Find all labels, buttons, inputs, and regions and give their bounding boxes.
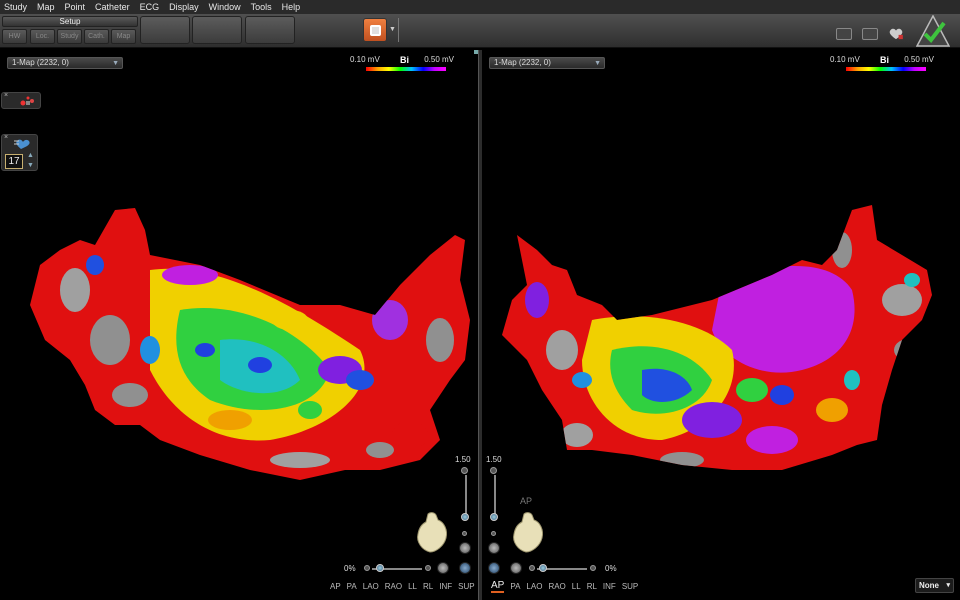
map-viewport-right[interactable]: 1-Map (2232, 0) ▼ 0.10 mV Bi 0.50 mV 1.5… bbox=[482, 50, 960, 600]
screen-icon[interactable] bbox=[862, 28, 878, 40]
view-ll-button[interactable]: LL bbox=[572, 582, 581, 593]
rotation-slider-knob[interactable] bbox=[376, 564, 384, 572]
view-inf-button[interactable]: INF bbox=[603, 582, 616, 593]
orange-map-tool-icon[interactable] bbox=[363, 18, 387, 42]
rotation-slider-knob[interactable] bbox=[539, 564, 547, 572]
zoom-value: 1.50 bbox=[455, 455, 471, 464]
voltage-map-right[interactable] bbox=[482, 50, 960, 600]
setup-map-button[interactable]: Map bbox=[111, 29, 136, 44]
menu-catheter[interactable]: Catheter bbox=[95, 2, 130, 12]
monitor-icon[interactable] bbox=[836, 28, 852, 40]
view-pa-button[interactable]: PA bbox=[510, 582, 520, 593]
view-presets: AP PA LAO RAO LL RL INF SUP bbox=[330, 582, 475, 591]
zoom-in-button[interactable] bbox=[490, 467, 497, 474]
menu-map[interactable]: Map bbox=[37, 2, 55, 12]
sphere-view-button[interactable] bbox=[510, 562, 522, 574]
orientation-heart-icon[interactable] bbox=[414, 510, 450, 554]
rotation-max-button[interactable] bbox=[590, 565, 596, 571]
menu-bar: Study Map Point Catheter ECG Display Win… bbox=[0, 0, 960, 14]
menu-display[interactable]: Display bbox=[169, 2, 199, 12]
setup-study-button[interactable]: Study bbox=[57, 29, 82, 44]
reset-view-button[interactable] bbox=[488, 542, 500, 554]
view-presets: AP PA LAO RAO LL RL INF SUP bbox=[491, 580, 638, 593]
view-ap-button[interactable]: AP bbox=[491, 580, 505, 593]
view-inf-button[interactable]: INF bbox=[439, 582, 452, 591]
view-lao-button[interactable]: LAO bbox=[526, 582, 542, 593]
zoom-slider-knob[interactable] bbox=[490, 513, 498, 521]
toolbar-button-1[interactable] bbox=[140, 16, 190, 44]
rotation-percent: 0% bbox=[605, 564, 617, 573]
menu-help[interactable]: Help bbox=[282, 2, 301, 12]
view-ll-button[interactable]: LL bbox=[408, 582, 417, 591]
zoom-out-button[interactable] bbox=[462, 531, 467, 536]
rotation-max-button[interactable] bbox=[425, 565, 431, 571]
menu-ecg[interactable]: ECG bbox=[140, 2, 160, 12]
orientation-label: AP bbox=[520, 496, 533, 506]
view-rl-button[interactable]: RL bbox=[587, 582, 597, 593]
toolbar-button-2[interactable] bbox=[192, 16, 242, 44]
menu-point[interactable]: Point bbox=[65, 2, 86, 12]
rotation-percent: 0% bbox=[344, 564, 356, 573]
view-rao-button[interactable]: RAO bbox=[385, 582, 402, 591]
zoom-in-button[interactable] bbox=[461, 467, 468, 474]
view-rl-button[interactable]: RL bbox=[423, 582, 433, 591]
overlay-select[interactable]: None ▾ bbox=[915, 578, 954, 593]
setup-hw-button[interactable]: HW bbox=[2, 29, 27, 44]
view-pa-button[interactable]: PA bbox=[347, 582, 357, 591]
orientation-heart-icon[interactable] bbox=[510, 510, 546, 554]
zoom-out-button[interactable] bbox=[491, 531, 496, 536]
map-viewport-left[interactable]: 1-Map (2232, 0) ▼ 0.10 mV Bi 0.50 mV × ×… bbox=[0, 50, 478, 600]
menu-window[interactable]: Window bbox=[209, 2, 241, 12]
reset-view-button[interactable] bbox=[459, 542, 471, 554]
setup-cath-button[interactable]: Cath. bbox=[84, 29, 109, 44]
toolbar-divider bbox=[398, 18, 399, 42]
chevron-down-icon[interactable]: ▼ bbox=[389, 26, 396, 33]
rotation-min-button[interactable] bbox=[364, 565, 370, 571]
sphere-view-button[interactable] bbox=[437, 562, 449, 574]
view-lao-button[interactable]: LAO bbox=[363, 582, 379, 591]
setup-loc-button[interactable]: Loc. bbox=[30, 29, 55, 44]
toolbar-button-3[interactable] bbox=[245, 16, 295, 44]
view-sup-button[interactable]: SUP bbox=[622, 582, 638, 593]
zoom-slider-knob[interactable] bbox=[461, 513, 469, 521]
menu-tools[interactable]: Tools bbox=[251, 2, 272, 12]
voltage-map-left[interactable] bbox=[0, 50, 478, 600]
overlay-select-value: None bbox=[919, 581, 939, 590]
rotate-view-button[interactable] bbox=[488, 562, 500, 574]
view-rao-button[interactable]: RAO bbox=[548, 582, 565, 593]
toolbar: Setup HW Loc. Study Cath. Map ▼ bbox=[0, 14, 960, 48]
view-sup-button[interactable]: SUP bbox=[458, 582, 474, 591]
setup-tab[interactable]: Setup bbox=[2, 16, 138, 27]
rotation-min-button[interactable] bbox=[529, 565, 535, 571]
status-checkmark-icon[interactable] bbox=[916, 15, 950, 47]
rotate-view-button[interactable] bbox=[459, 562, 471, 574]
view-ap-button[interactable]: AP bbox=[330, 582, 341, 591]
heart-tool-icon[interactable] bbox=[888, 28, 904, 40]
menu-study[interactable]: Study bbox=[4, 2, 27, 12]
zoom-value: 1.50 bbox=[486, 455, 502, 464]
chevron-down-icon: ▾ bbox=[946, 582, 950, 589]
